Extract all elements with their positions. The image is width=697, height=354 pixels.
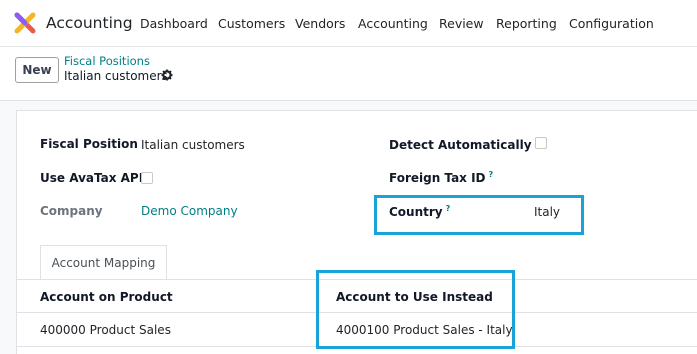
fiscal-position-field[interactable]: Italian customers <box>141 138 245 152</box>
country-highlight-box <box>374 195 584 235</box>
detect-automatically-checkbox[interactable] <box>535 137 547 149</box>
menu-dashboard[interactable]: Dashboard <box>140 16 208 31</box>
menu-review[interactable]: Review <box>439 16 484 31</box>
help-icon[interactable]: ? <box>489 170 494 179</box>
foreign-tax-id-text: Foreign Tax ID <box>389 171 486 185</box>
gear-icon[interactable] <box>161 69 173 81</box>
column-header-account-on-product[interactable]: Account on Product <box>40 290 173 304</box>
use-avatax-checkbox[interactable] <box>141 172 153 184</box>
foreign-tax-id-label: Foreign Tax ID? <box>389 170 493 185</box>
menu-accounting[interactable]: Accounting <box>358 16 428 31</box>
top-navbar: Accounting Dashboard Customers Vendors A… <box>0 0 697 47</box>
tab-account-mapping[interactable]: Account Mapping <box>40 245 167 280</box>
menu-reporting[interactable]: Reporting <box>496 16 557 31</box>
app-logo-icon[interactable] <box>14 12 36 34</box>
menu-vendors[interactable]: Vendors <box>295 16 345 31</box>
table-cell-account-on-product[interactable]: 400000 Product Sales <box>40 323 171 337</box>
app-name[interactable]: Accounting <box>46 14 133 32</box>
company-field[interactable]: Demo Company <box>141 204 238 218</box>
use-avatax-label: Use AvaTax API <box>40 171 144 185</box>
menu-configuration[interactable]: Configuration <box>569 16 654 31</box>
fiscal-position-label: Fiscal Position <box>40 137 138 151</box>
menu-customers[interactable]: Customers <box>218 16 285 31</box>
breadcrumb-current: Italian customers <box>64 69 168 83</box>
detect-automatically-text: Detect Automatically <box>389 138 532 152</box>
company-label: Company <box>40 204 103 218</box>
new-button[interactable]: New <box>15 57 59 83</box>
detect-automatically-label: Detect Automatically? <box>389 137 539 152</box>
control-panel: New Fiscal Positions Italian customers <box>0 47 697 101</box>
account-mapping-highlight-box <box>316 270 515 349</box>
breadcrumb-fiscal-positions[interactable]: Fiscal Positions <box>64 54 150 68</box>
